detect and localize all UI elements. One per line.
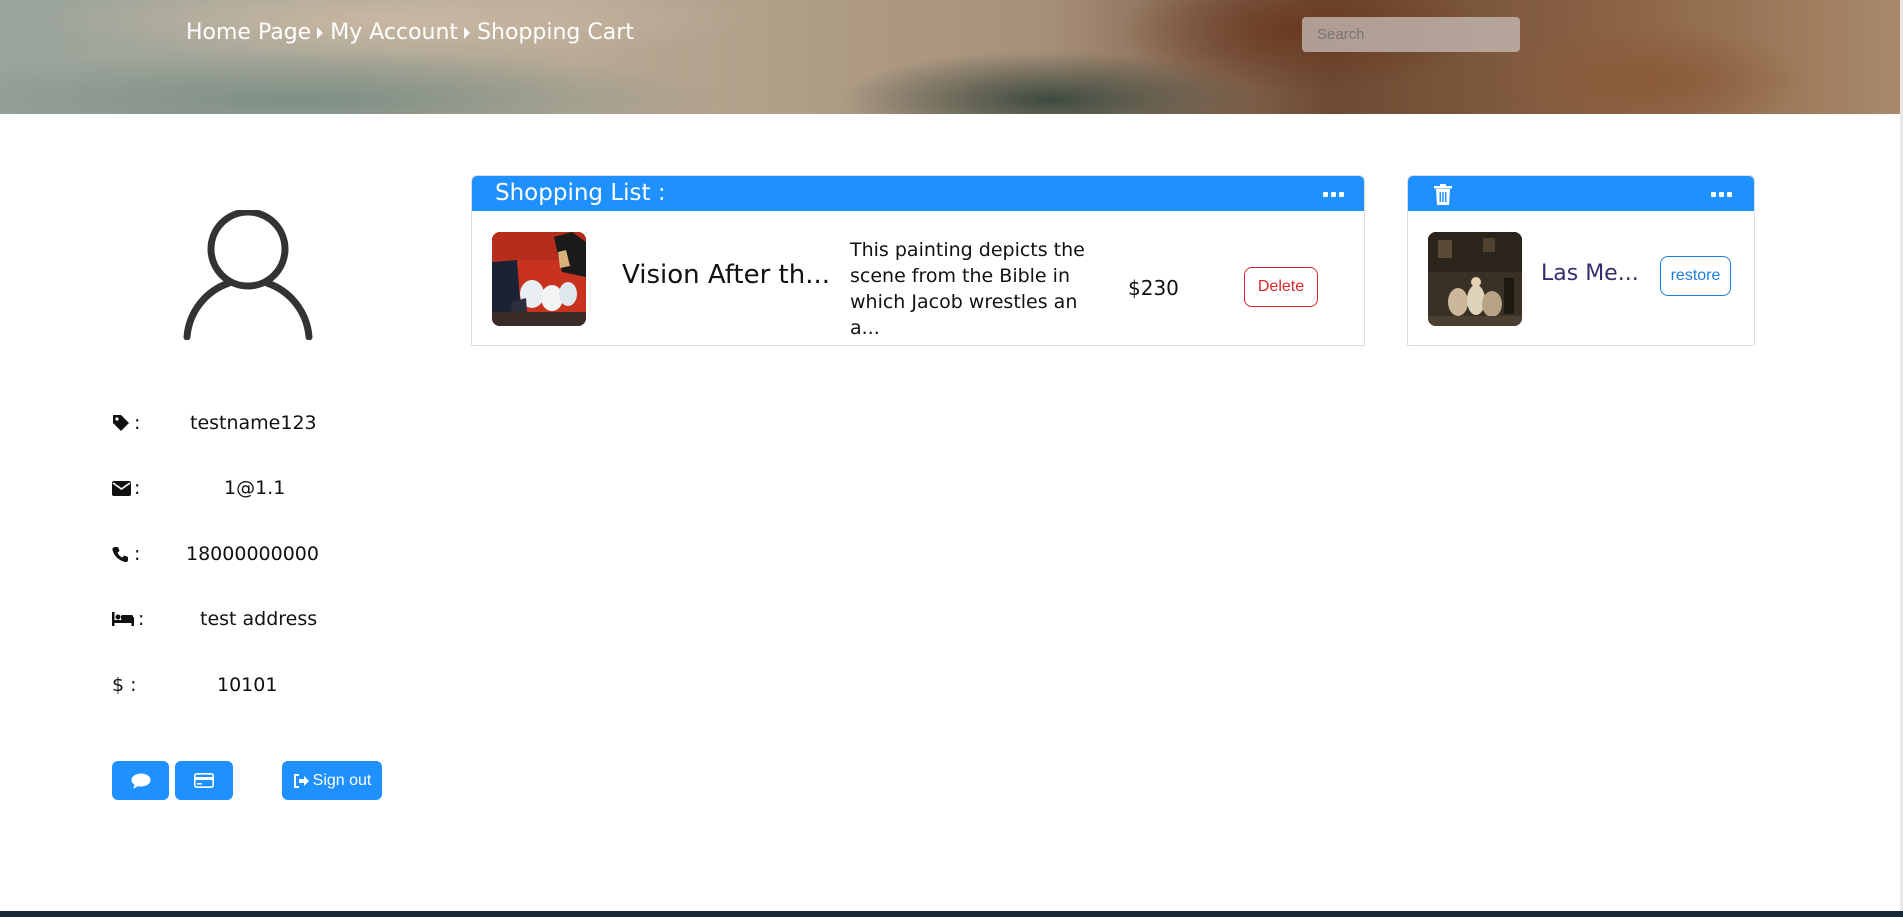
profile-phone-row: : 18000000000 xyxy=(112,539,319,569)
breadcrumb-home[interactable]: Home Page xyxy=(186,20,311,45)
profile-label: : xyxy=(134,477,141,499)
profile-username: testname123 xyxy=(190,412,317,434)
delete-button[interactable]: Delete xyxy=(1244,267,1318,307)
cart-item-title[interactable]: Vision After th... xyxy=(622,260,830,290)
trash-panel: Las Me... restore xyxy=(1407,175,1755,346)
envelope-icon xyxy=(112,480,132,496)
profile-address: test address xyxy=(200,608,318,630)
painting-image xyxy=(1428,232,1522,326)
profile-email: 1@1.1 xyxy=(224,477,286,499)
shopping-list-title: Shopping List : xyxy=(495,180,666,206)
comment-icon xyxy=(131,773,150,789)
profile-username-row: : testname123 xyxy=(112,408,317,438)
header-banner: Home Page My Account Shopping Cart xyxy=(0,0,1900,114)
cart-item-price: $230 xyxy=(1128,276,1179,300)
breadcrumb: Home Page My Account Shopping Cart xyxy=(186,20,634,45)
cart-item-description: This painting depicts the scene from the… xyxy=(850,239,1085,339)
user-avatar-icon xyxy=(183,210,313,340)
profile-label: : xyxy=(134,543,141,565)
caret-right-icon xyxy=(464,26,471,39)
dollar-icon: $ : xyxy=(112,674,137,696)
credit-card-icon xyxy=(194,773,214,788)
profile-balance-row: $ : 10101 xyxy=(112,670,277,700)
trash-header xyxy=(1408,176,1754,211)
shopping-list-header: Shopping List : xyxy=(472,176,1364,211)
payment-card-button[interactable] xyxy=(175,761,233,800)
search-box xyxy=(1302,17,1520,52)
messages-button[interactable] xyxy=(112,761,169,800)
profile-address-row: : test address xyxy=(112,604,317,634)
painting-image xyxy=(492,232,586,326)
painting-thumbnail[interactable] xyxy=(492,232,586,326)
bed-icon xyxy=(112,612,136,626)
shopping-list-panel: Shopping List : Vision After th... This … xyxy=(471,175,1365,346)
restore-button[interactable]: restore xyxy=(1660,256,1731,296)
painting-thumbnail[interactable] xyxy=(1428,232,1522,326)
caret-right-icon xyxy=(317,26,324,39)
search-input[interactable] xyxy=(1302,17,1520,52)
profile-label: : xyxy=(138,608,145,630)
breadcrumb-shopping-cart[interactable]: Shopping Cart xyxy=(477,20,634,45)
phone-icon xyxy=(112,546,132,563)
sign-out-label: Sign out xyxy=(312,771,372,789)
profile-balance: 10101 xyxy=(217,674,278,696)
trash-icon xyxy=(1434,184,1452,205)
more-options-icon[interactable] xyxy=(1323,192,1344,197)
more-options-icon[interactable] xyxy=(1711,192,1732,197)
sign-out-icon xyxy=(293,773,309,788)
profile-label: : xyxy=(134,412,141,434)
sign-out-button[interactable]: Sign out xyxy=(282,761,382,800)
tag-icon xyxy=(112,414,132,432)
taskbar-strip xyxy=(0,911,1903,917)
breadcrumb-my-account[interactable]: My Account xyxy=(330,20,458,45)
trash-item-title[interactable]: Las Me... xyxy=(1541,261,1639,286)
profile-email-row: : 1@1.1 xyxy=(112,473,285,503)
profile-phone: 18000000000 xyxy=(186,543,319,565)
